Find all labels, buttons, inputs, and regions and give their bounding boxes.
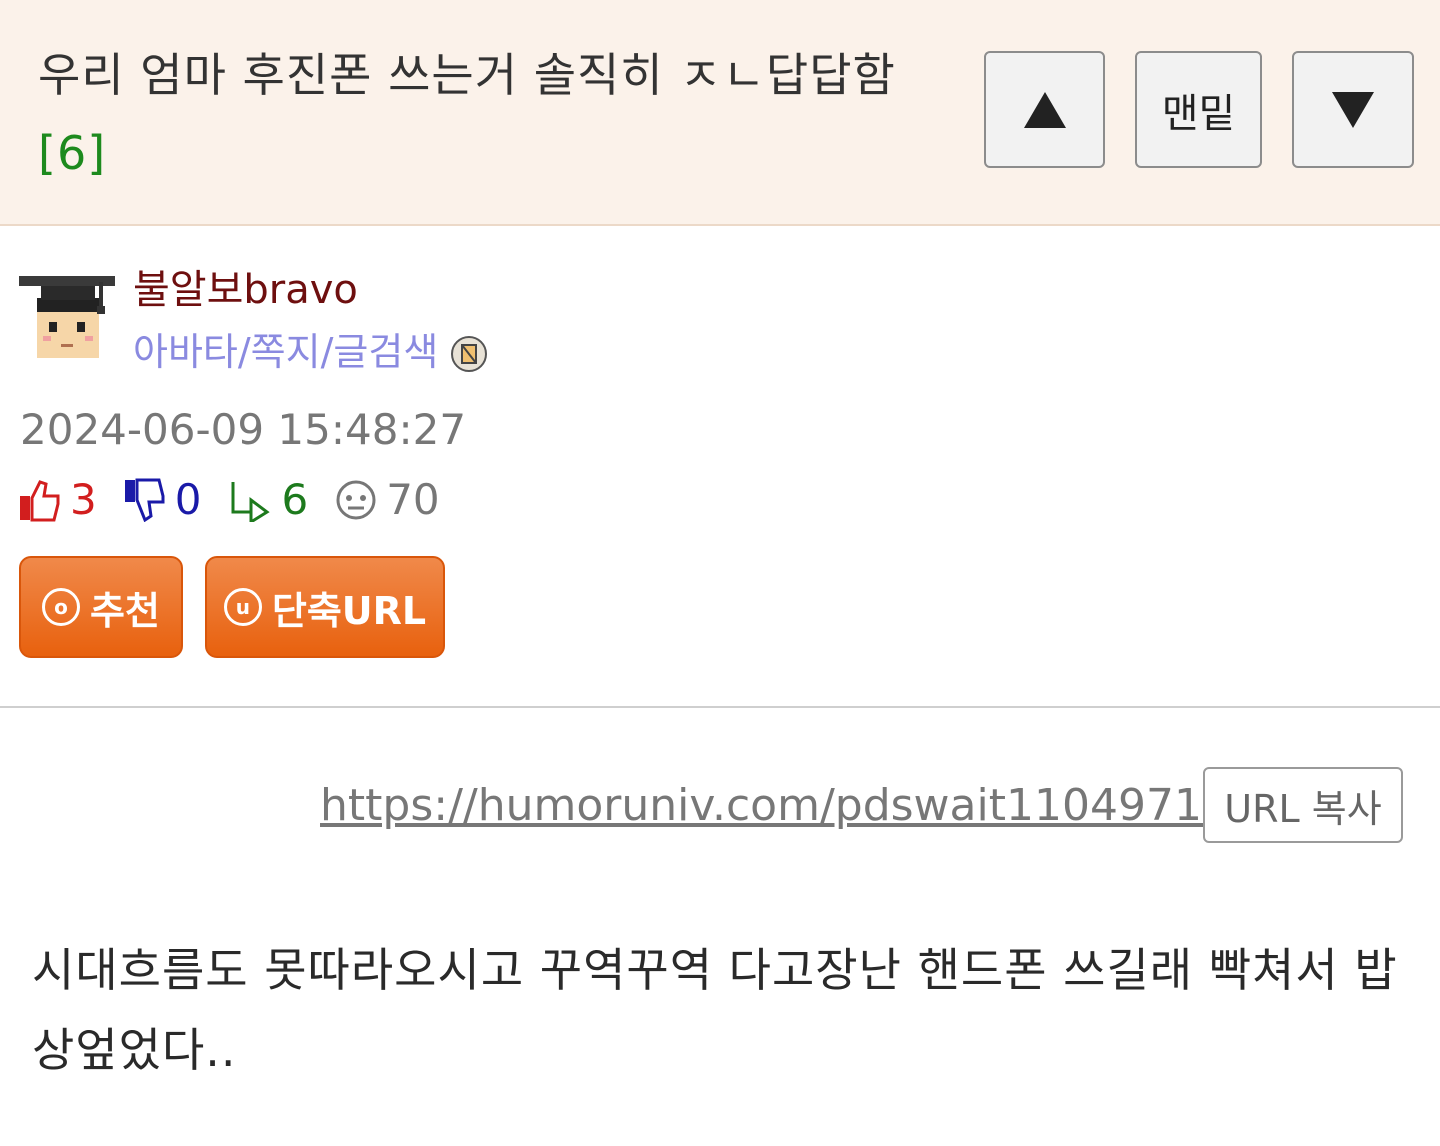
scroll-bottom-button[interactable]: 맨밑 — [1135, 51, 1262, 168]
reply-stat-count: 6 — [281, 475, 309, 524]
short-url-icon: u — [223, 588, 262, 626]
reply-count[interactable]: [6] — [38, 126, 106, 180]
dislike-count: 0 — [174, 475, 202, 524]
dislike-stat: 0 — [123, 472, 202, 528]
post-date: 2024-06-09 15:48:27 — [20, 405, 467, 454]
author-links[interactable]: 아바타/쪽지/글검색 — [133, 326, 438, 378]
scroll-top-button[interactable] — [984, 51, 1105, 168]
graduate-avatar-icon — [19, 268, 115, 364]
thumbs-up-icon — [20, 480, 60, 522]
badge-icon — [451, 336, 488, 372]
arrow-up-icon — [1023, 91, 1066, 128]
thumbs-down-icon — [124, 478, 165, 522]
source-url-link[interactable]: https://humoruniv.com/pdswait11049719 — [320, 778, 1230, 834]
post-title: 우리 엄마 후진폰 쓰는거 솔직히 ㅈㄴ답답함 [6] — [38, 36, 918, 192]
recommend-button[interactable]: o 추천 — [19, 556, 183, 658]
view-stat: 70 — [334, 472, 440, 528]
author-menu: 아바타/쪽지/글검색 — [133, 326, 488, 378]
post-body: 시대흐름도 못따라오시고 꾸역꾸역 다고장난 핸드폰 쓰길래 빡쳐서 밥상엎었다… — [32, 943, 1398, 1077]
post-stats: 3 0 6 70 — [18, 472, 466, 528]
eye-face-icon — [336, 480, 376, 520]
arrow-down-icon — [1332, 91, 1374, 128]
short-url-button[interactable]: u 단축URL — [205, 556, 445, 658]
post-header: 우리 엄마 후진폰 쓰는거 솔직히 ㅈㄴ답답함 [6] 맨밑 — [0, 0, 1440, 226]
copy-url-button[interactable]: URL 복사 — [1203, 767, 1403, 843]
view-count: 70 — [386, 475, 440, 524]
recommend-icon: o — [42, 588, 81, 626]
avatar[interactable] — [19, 268, 115, 364]
like-stat: 3 — [18, 472, 97, 528]
author-name[interactable]: 불알보bravo — [133, 264, 358, 316]
post-title-text: 우리 엄마 후진폰 쓰는거 솔직히 ㅈㄴ답답함 — [38, 48, 896, 102]
recommend-label: 추천 — [90, 588, 160, 633]
short-url-label: 단축URL — [271, 588, 427, 633]
scroll-down-button[interactable] — [1292, 51, 1414, 168]
section-divider — [0, 706, 1440, 708]
reply-arrow-icon — [231, 482, 271, 522]
like-count: 3 — [70, 475, 97, 524]
reply-stat: 6 — [227, 472, 308, 528]
